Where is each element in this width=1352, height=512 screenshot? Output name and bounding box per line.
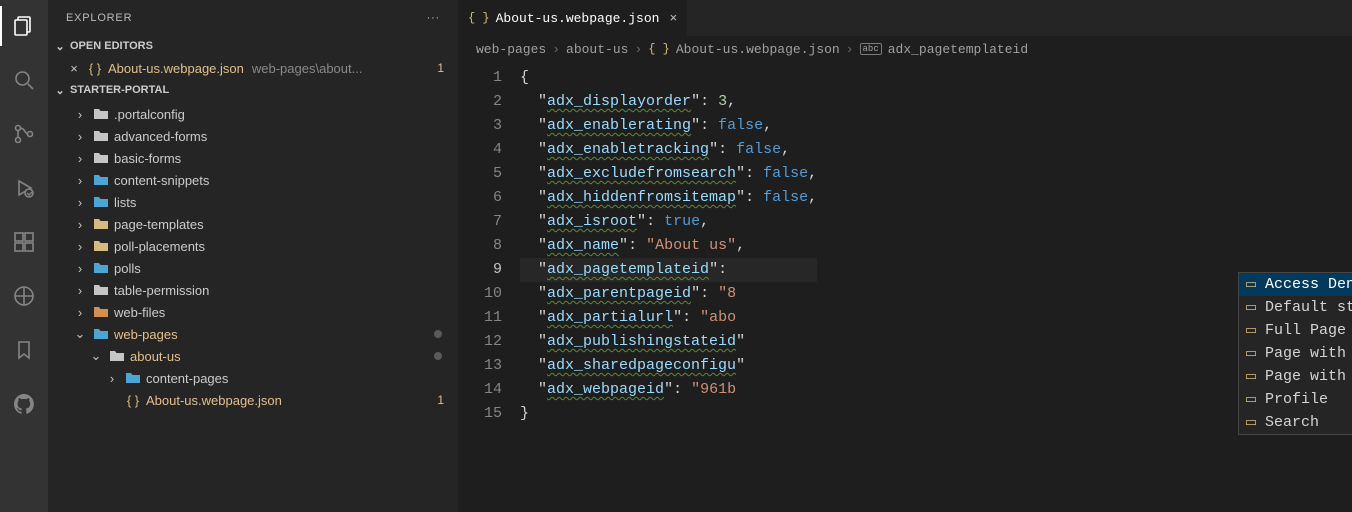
activity-github-icon[interactable] [0,386,48,422]
tree-item[interactable]: ⌄about-us [48,345,458,367]
tree-item[interactable]: ›page-templates [48,213,458,235]
json-icon: { } [468,11,490,25]
suggest-item[interactable]: ▭Profile [1239,388,1352,411]
close-icon[interactable]: × [66,61,82,76]
workspace-section[interactable]: ⌄ STARTER-PORTAL [48,79,458,101]
suggest-item[interactable]: ▭Default studio template [1239,296,1352,319]
activity-files-icon[interactable] [0,8,48,44]
symbol-string-icon: abc [860,43,882,55]
suggest-item[interactable]: ▭Page with title [1239,365,1352,388]
chevron-down-icon: ⌄ [52,40,68,53]
suggest-item[interactable]: ▭Page with child links [1239,342,1352,365]
code-content[interactable]: { "adx_displayorder": 3, "adx_enablerati… [520,62,817,512]
breadcrumb[interactable]: web-pages› about-us› { } About-us.webpag… [458,36,1352,62]
activity-extensions-icon[interactable] [0,224,48,260]
chevron-down-icon: ⌄ [52,84,68,97]
editor-tab[interactable]: { } About-us.webpage.json × [458,0,688,36]
tree-item[interactable]: ⌄web-pages [48,323,458,345]
activity-search-icon[interactable] [0,62,48,98]
tree-item[interactable]: ›polls [48,257,458,279]
line-number-gutter: 123456789101112131415 [458,62,520,512]
suggest-item[interactable]: ▭Access Denied [1239,273,1352,296]
explorer-sidebar: EXPLORER ··· ⌄ OPEN EDITORS × { } About-… [48,0,458,512]
autocomplete-popup[interactable]: ▭Access Denied▭Default studio template▭F… [1238,272,1352,435]
tree-item[interactable]: { }About-us.webpage.json1 [48,389,458,411]
explorer-more-icon[interactable]: ··· [427,12,440,24]
activity-debug-icon[interactable] [0,170,48,206]
activity-bar [0,0,48,512]
tree-item[interactable]: ›.portalconfig [48,103,458,125]
explorer-title: EXPLORER [66,12,132,24]
json-icon: { } [648,42,670,56]
tree-item[interactable]: ›content-snippets [48,169,458,191]
tree-item[interactable]: ›lists [48,191,458,213]
activity-scm-icon[interactable] [0,116,48,152]
open-editors-section[interactable]: ⌄ OPEN EDITORS [48,35,458,57]
activity-remote-icon[interactable] [0,278,48,314]
tree-item[interactable]: ›content-pages [48,367,458,389]
tree-item[interactable]: ›table-permission [48,279,458,301]
tab-bar: { } About-us.webpage.json × [458,0,1352,36]
tree-item[interactable]: ›basic-forms [48,147,458,169]
suggest-item[interactable]: ▭Full Page [1239,319,1352,342]
tree-item[interactable]: ›advanced-forms [48,125,458,147]
close-icon[interactable]: × [669,11,677,26]
activity-bookmark-icon[interactable] [0,332,48,368]
editor-area: { } About-us.webpage.json × web-pages› a… [458,0,1352,512]
tree-item[interactable]: ›web-files [48,301,458,323]
json-icon: { } [86,61,104,76]
open-editor-item[interactable]: × { } About-us.webpage.json web-pages\ab… [48,57,458,79]
suggest-item[interactable]: ▭Search [1239,411,1352,434]
tree-item[interactable]: ›poll-placements [48,235,458,257]
